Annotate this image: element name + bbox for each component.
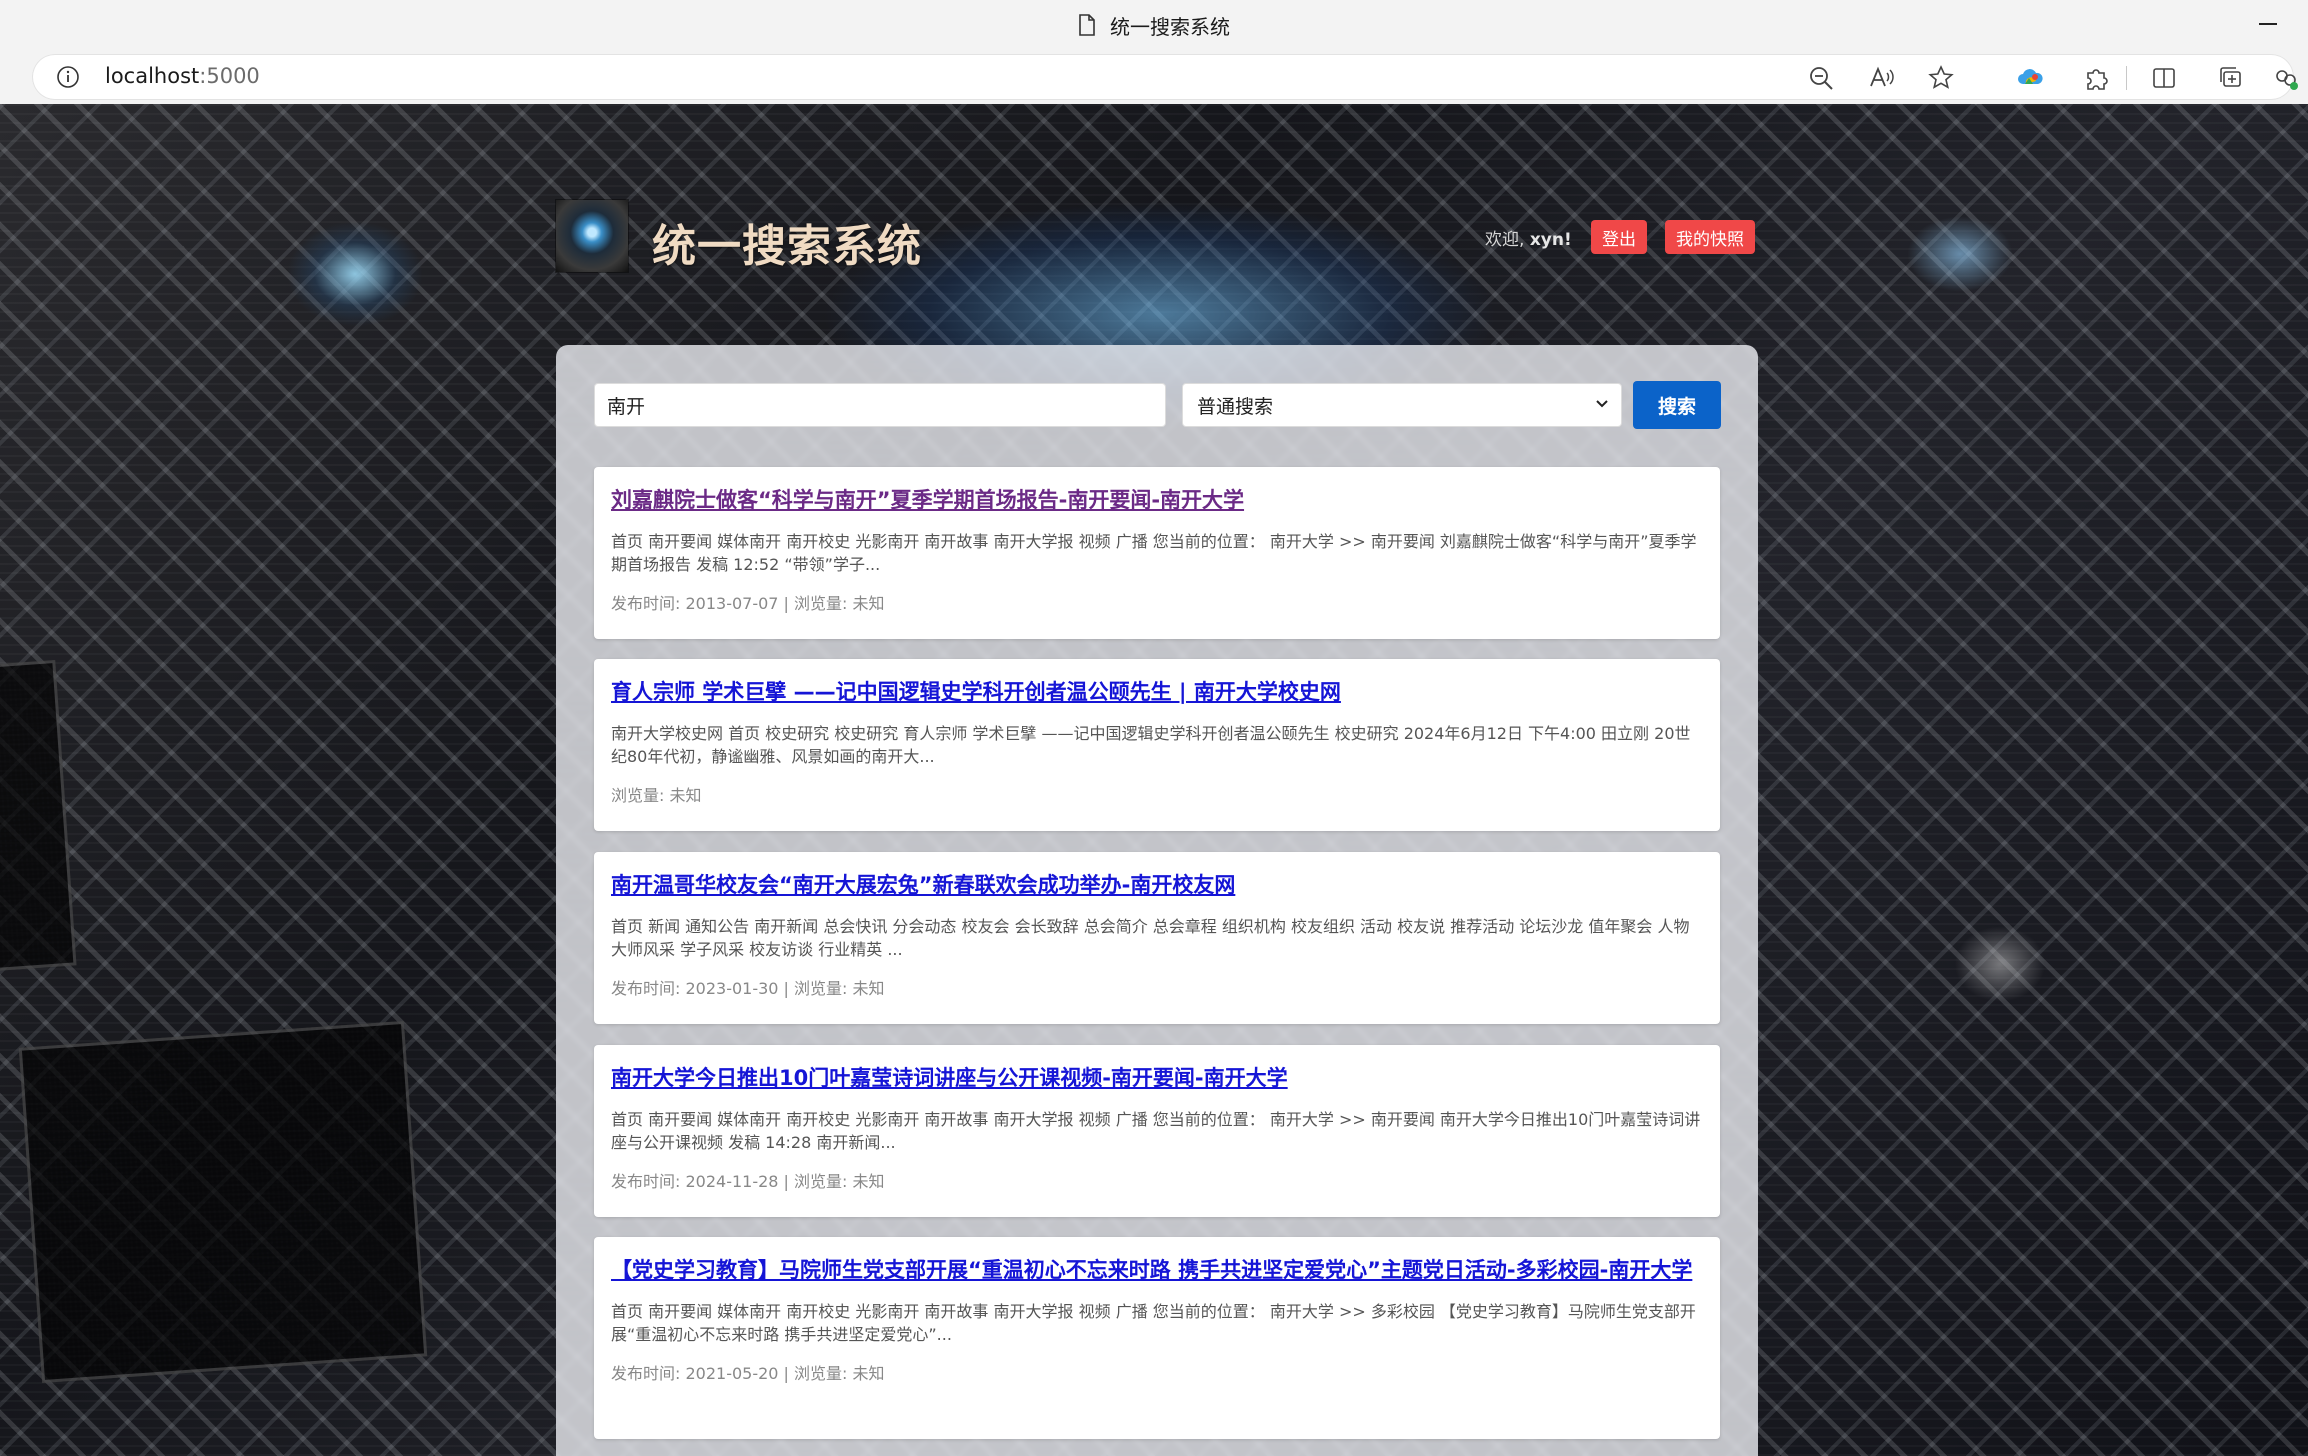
- url-port: :5000: [199, 64, 260, 88]
- result-card: 【党史学习教育】马院师生党支部开展“重温初心不忘来时路 携手共进坚定爱党心”主题…: [594, 1237, 1720, 1439]
- result-title-link[interactable]: 南开大学今日推出10门叶嘉莹诗词讲座与公开课视频-南开要闻-南开大学: [611, 1063, 1703, 1093]
- result-card: 刘嘉麒院士做客“科学与南开”夏季学期首场报告-南开要闻-南开大学 首页 南开要闻…: [594, 467, 1720, 639]
- result-card: 南开温哥华校友会“南开大展宏兔”新春联欢会成功举办-南开校友网 首页 新闻 通知…: [594, 852, 1720, 1024]
- result-title-link[interactable]: 刘嘉麒院士做客“科学与南开”夏季学期首场报告-南开要闻-南开大学: [611, 485, 1703, 515]
- chevron-down-icon: [1596, 400, 1608, 408]
- minimize-button[interactable]: [2256, 14, 2280, 34]
- extensions-puzzle-icon[interactable]: [2082, 64, 2110, 92]
- background-decoration: [18, 1020, 428, 1384]
- logout-button[interactable]: 登出: [1591, 220, 1647, 254]
- zoom-out-icon[interactable]: [1807, 64, 1835, 92]
- result-meta: 发布时间: 2023-01-30 | 浏览量: 未知: [611, 979, 885, 998]
- extension-cloud-icon[interactable]: [2017, 64, 2045, 92]
- background-decoration: [0, 659, 77, 975]
- result-snippet: 首页 南开要闻 媒体南开 南开校史 光影南开 南开故事 南开大学报 视频 广播 …: [611, 532, 1697, 574]
- username: xyn!: [1529, 230, 1572, 250]
- result-card: 育人宗师 学术巨擘 ——记中国逻辑史学科开创者温公颐先生 | 南开大学校史网 南…: [594, 659, 1720, 831]
- result-snippet: 首页 南开要闻 媒体南开 南开校史 光影南开 南开故事 南开大学报 视频 广播 …: [611, 1110, 1701, 1152]
- minimize-icon: [2259, 23, 2277, 25]
- result-meta: 发布时间: 2013-07-07 | 浏览量: 未知: [611, 594, 885, 613]
- result-title-link[interactable]: 育人宗师 学术巨擘 ——记中国逻辑史学科开创者温公颐先生 | 南开大学校史网: [611, 677, 1703, 707]
- result-meta: 发布时间: 2021-05-20 | 浏览量: 未知: [611, 1364, 885, 1383]
- site-logo: [556, 200, 628, 272]
- read-aloud-icon[interactable]: [1867, 64, 1895, 92]
- url-text[interactable]: localhost:5000: [105, 64, 260, 88]
- result-snippet: 首页 新闻 通知公告 南开新闻 总会快讯 分会动态 校友会 会长致辞 总会简介 …: [611, 917, 1690, 959]
- favorite-star-icon[interactable]: [1927, 64, 1955, 92]
- result-snippet: 南开大学校史网 首页 校史研究 校史研究 育人宗师 学术巨擘 ——记中国逻辑史学…: [611, 724, 1691, 766]
- result-card: 南开大学今日推出10门叶嘉莹诗词讲座与公开课视频-南开要闻-南开大学 首页 南开…: [594, 1045, 1720, 1217]
- search-panel: 普通搜索 搜索 刘嘉麒院士做客“科学与南开”夏季学期首场报告-南开要闻-南开大学…: [556, 345, 1758, 1456]
- url-field[interactable]: localhost:5000: [32, 54, 2298, 100]
- search-button[interactable]: 搜索: [1633, 381, 1721, 429]
- search-mode-select[interactable]: 普通搜索: [1182, 383, 1622, 427]
- url-host: localhost: [105, 64, 200, 88]
- split-screen-icon[interactable]: [2150, 64, 2178, 92]
- welcome-message: 欢迎, xyn!: [1485, 225, 1572, 250]
- result-meta: 发布时间: 2024-11-28 | 浏览量: 未知: [611, 1172, 885, 1191]
- result-snippet: 首页 南开要闻 媒体南开 南开校史 光影南开 南开故事 南开大学报 视频 广播 …: [611, 1302, 1696, 1344]
- site-title: 统一搜索系统: [652, 221, 922, 272]
- site-info-icon[interactable]: [56, 65, 80, 89]
- search-input[interactable]: [594, 383, 1166, 427]
- result-title-link[interactable]: 南开温哥华校友会“南开大展宏兔”新春联欢会成功举办-南开校友网: [611, 870, 1703, 900]
- toolbar-separator: [2126, 66, 2127, 90]
- copilot-icon[interactable]: [2272, 64, 2300, 92]
- result-title-link[interactable]: 【党史学习教育】马院师生党支部开展“重温初心不忘来时路 携手共进坚定爱党心”主题…: [611, 1255, 1703, 1285]
- address-bar: localhost:5000: [0, 50, 2308, 138]
- welcome-prefix: 欢迎,: [1485, 230, 1530, 250]
- document-icon: [1079, 14, 1095, 36]
- tab-title: 统一搜索系统: [1110, 14, 1230, 39]
- result-meta: 浏览量: 未知: [611, 786, 702, 805]
- browser-titlebar: 统一搜索系统: [0, 0, 2308, 50]
- search-mode-value: 普通搜索: [1197, 395, 1274, 418]
- my-snapshots-button[interactable]: 我的快照: [1665, 220, 1755, 254]
- collections-icon[interactable]: [2216, 64, 2244, 92]
